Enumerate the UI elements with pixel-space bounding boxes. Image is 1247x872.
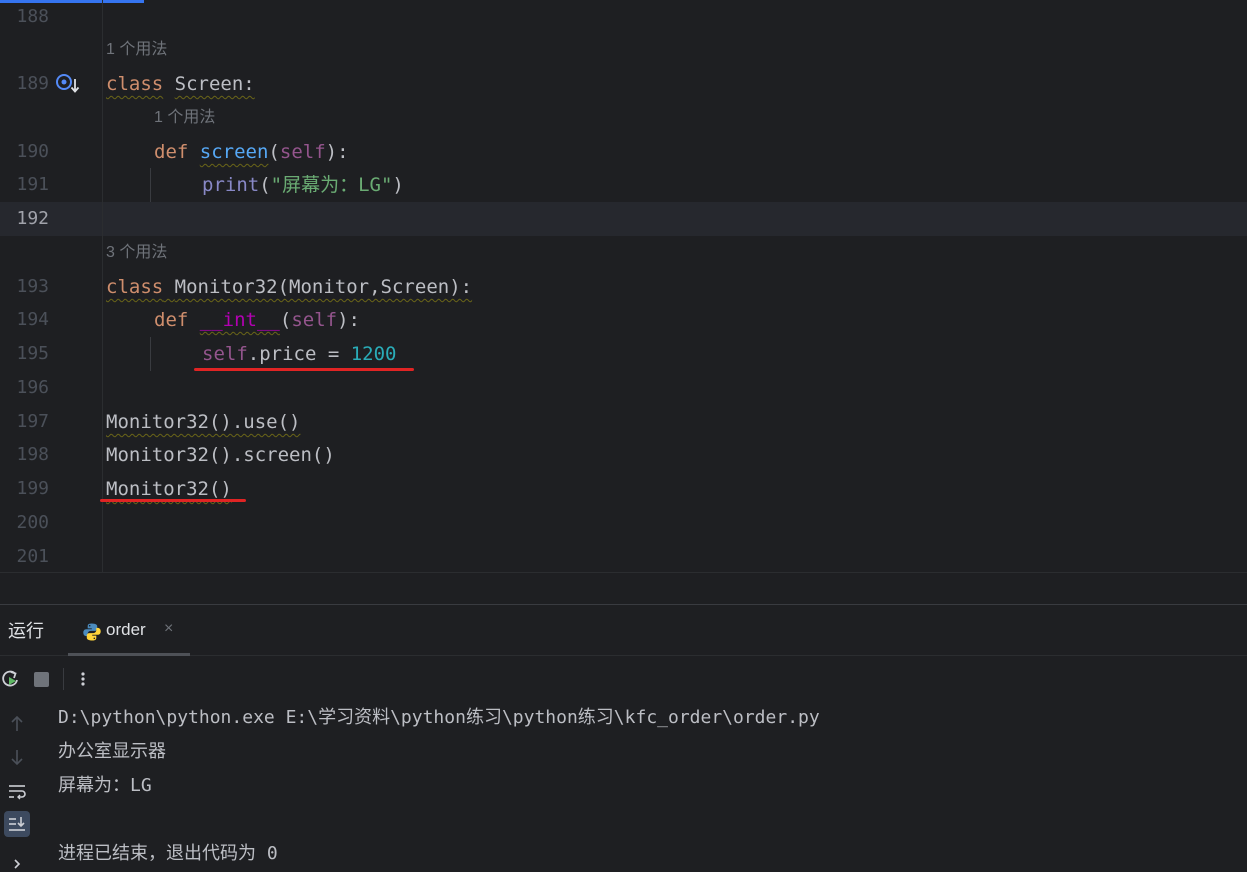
close-icon[interactable]: × — [164, 620, 173, 638]
code-line[interactable]: 194 def __int__(self): — [0, 303, 1247, 337]
number-literal: 1200 — [350, 343, 397, 365]
code-line[interactable]: 200 — [0, 506, 1247, 540]
run-toolbar — [0, 656, 1247, 701]
scroll-to-end-icon[interactable] — [4, 811, 30, 837]
python-file-icon — [82, 622, 102, 646]
line-number: 198 — [16, 444, 49, 465]
self-param: self — [279, 141, 326, 163]
override-method-icon[interactable] — [55, 73, 81, 99]
code-line[interactable]: 198 Monitor32().screen() — [0, 438, 1247, 472]
paren: ( — [268, 141, 280, 163]
paren: ): — [337, 309, 360, 331]
class-name-screen: Screen: — [174, 73, 255, 95]
soft-wrap-icon[interactable] — [4, 778, 30, 804]
self-ref: self — [202, 343, 248, 365]
code-line[interactable]: 201 — [0, 540, 1247, 572]
code-line[interactable]: 190 def screen(self): — [0, 135, 1247, 169]
console-line: 进程已结束，退出代码为 0 — [58, 843, 278, 864]
line-number: 188 — [16, 6, 49, 27]
run-title: 运行 — [8, 621, 44, 641]
more-options-icon[interactable] — [76, 668, 90, 694]
line-number: 195 — [16, 343, 49, 364]
panel-divider[interactable] — [0, 572, 1247, 604]
call-screen: Monitor32().screen() — [106, 444, 335, 466]
line-number: 191 — [16, 174, 49, 195]
line-number: 192 — [16, 208, 49, 229]
usages-hint[interactable]: 3 个用法 — [106, 236, 167, 270]
code-line[interactable]: 193 class Monitor32(Monitor,Screen): — [0, 270, 1247, 304]
keyword-class: class — [106, 276, 164, 298]
paren: ): — [325, 141, 349, 163]
line-number: 194 — [16, 309, 49, 330]
run-tab-label: order — [106, 620, 146, 639]
line-number: 190 — [16, 141, 49, 162]
run-header: 运行 order × — [0, 605, 1247, 656]
method-name-int: __int__ — [199, 309, 280, 331]
paren: ) — [392, 174, 404, 196]
usages-hint[interactable]: 1 个用法 — [154, 101, 215, 135]
console-output[interactable]: D:\python\python.exe E:\学习资料\python练习\py… — [58, 701, 1238, 871]
line-number: 197 — [16, 411, 49, 432]
price-assignment: .price = — [247, 343, 351, 365]
red-annotation-underline — [100, 499, 246, 502]
code-line[interactable]: 191 print("屏幕为：LG") — [0, 168, 1247, 202]
usages-hint[interactable]: 1 个用法 — [106, 33, 167, 67]
string-literal: "屏幕为：LG" — [270, 174, 393, 196]
scroll-up-icon[interactable] — [4, 711, 30, 737]
class-name-monitor32: Monitor32(Monitor,Screen): — [174, 276, 473, 298]
console-line: 屏幕为：LG — [58, 775, 152, 796]
expand-icon[interactable] — [4, 851, 30, 872]
code-editor[interactable]: 188 1 个用法 189 class Screen: 1 个用法 190 de… — [0, 0, 1247, 572]
run-tab-order[interactable]: order × — [68, 605, 190, 656]
console-side-toolbar — [0, 701, 42, 872]
toolbar-separator — [63, 668, 64, 690]
line-number: 200 — [16, 512, 49, 533]
paren: ( — [279, 309, 292, 331]
rerun-icon[interactable] — [0, 668, 22, 694]
builtin-print: print — [202, 174, 260, 196]
scroll-down-icon[interactable] — [4, 744, 30, 770]
call-use: Monitor32().use() — [106, 411, 301, 433]
method-name-screen: screen — [199, 141, 269, 163]
run-tool-window: 运行 order × D:\python\python.exe E:\学习资料\… — [0, 604, 1247, 872]
line-number: 189 — [16, 73, 49, 94]
stop-icon[interactable] — [34, 672, 49, 687]
keyword-class: class — [106, 73, 164, 95]
line-number: 193 — [16, 276, 49, 297]
keyword-def: def — [154, 309, 189, 331]
code-line-current[interactable]: 192 — [0, 202, 1247, 236]
console-line: D:\python\python.exe E:\学习资料\python练习\py… — [58, 707, 820, 728]
code-line[interactable]: 197 Monitor32().use() — [0, 405, 1247, 439]
line-number: 196 — [16, 377, 49, 398]
line-number: 201 — [16, 546, 49, 567]
code-line[interactable]: 196 — [0, 371, 1247, 405]
line-number: 199 — [16, 478, 49, 499]
console-line: 办公室显示器 — [58, 741, 166, 762]
code-line[interactable]: 188 — [0, 0, 1247, 34]
self-param: self — [291, 309, 338, 331]
code-line[interactable]: 189 class Screen: — [0, 67, 1247, 101]
keyword-def: def — [154, 141, 189, 163]
code-line[interactable]: 195 self.price = 1200 — [0, 337, 1247, 371]
paren: ( — [259, 174, 271, 196]
